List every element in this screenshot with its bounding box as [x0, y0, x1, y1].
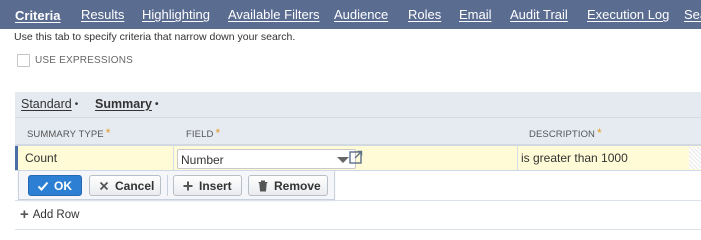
remove-button-label: Remove — [274, 178, 321, 193]
required-marker: * — [597, 126, 602, 140]
column-divider — [517, 146, 518, 170]
tab-execution-log[interactable]: Execution Log — [587, 7, 669, 27]
insert-button-label: Insert — [199, 178, 232, 193]
row-resize-handle — [689, 147, 701, 169]
column-header-description: DESCRIPTION * — [529, 126, 602, 140]
column-header-field-label: FIELD — [186, 129, 214, 140]
cancel-button[interactable]: Cancel — [89, 175, 161, 196]
tab-email[interactable]: Email — [459, 7, 492, 27]
subtab-standard-label: Standard — [21, 97, 72, 111]
subtab-summary-marker: • — [154, 99, 159, 110]
subtab-summary[interactable]: Summary • — [95, 97, 159, 111]
column-header-summary-type: SUMMARY TYPE * — [27, 126, 110, 140]
plus-icon — [183, 181, 193, 190]
tab-available-filters[interactable]: Available Filters — [228, 7, 320, 27]
subtab-standard[interactable]: Standard • — [21, 97, 78, 111]
x-icon — [99, 181, 109, 190]
cancel-button-label: Cancel — [115, 178, 155, 193]
trash-icon — [258, 180, 268, 191]
tab-roles[interactable]: Roles — [408, 7, 441, 27]
check-icon — [37, 181, 49, 191]
field-select-value: Number — [181, 153, 224, 167]
insert-button[interactable]: Insert — [173, 175, 242, 196]
add-row-label: Add Row — [32, 208, 80, 221]
subtab-standard-marker: • — [74, 99, 79, 110]
table-row-editing[interactable]: Count Number is greater than 1000 — [15, 145, 701, 171]
use-expressions-checkbox[interactable] — [17, 53, 30, 67]
open-external-icon[interactable] — [349, 150, 363, 164]
description-cell[interactable]: is greater than 1000 — [521, 151, 628, 165]
tab-highlighting[interactable]: Highlighting — [142, 7, 210, 27]
tab-results[interactable]: Results — [81, 7, 124, 27]
plus-icon: + — [20, 206, 29, 223]
field-select[interactable]: Number — [177, 149, 356, 169]
tab-audience[interactable]: Audience — [334, 7, 388, 27]
ok-button[interactable]: OK — [28, 175, 82, 196]
tab-criteria[interactable]: Criteria — [15, 8, 61, 28]
divider — [15, 229, 701, 230]
row-action-panel: OK Cancel Insert Remove — [18, 171, 335, 200]
summary-type-cell[interactable]: Count — [25, 151, 57, 165]
use-expressions-toggle[interactable]: USE EXPRESSIONS — [17, 52, 133, 68]
caret-down-icon[interactable] — [337, 157, 349, 163]
subtab-summary-label: Summary — [95, 97, 152, 111]
tab-audit-trail[interactable]: Audit Trail — [510, 7, 568, 27]
required-marker: * — [215, 126, 221, 140]
column-divider — [173, 146, 174, 170]
main-tab-bar: Criteria Results Highlighting Available … — [0, 0, 701, 29]
criteria-help-text: Use this tab to specify criteria that na… — [14, 31, 296, 43]
add-row-button[interactable]: + Add Row — [20, 207, 79, 222]
column-header-summary-type-label: SUMMARY TYPE — [27, 129, 104, 140]
column-header-field: FIELD * — [186, 126, 220, 140]
required-marker: * — [105, 126, 111, 140]
row-edit-indicator — [15, 146, 18, 170]
ok-button-label: OK — [54, 178, 72, 193]
divider — [15, 200, 701, 201]
use-expressions-label: USE EXPRESSIONS — [35, 54, 134, 66]
subtab-bar: Standard • Summary • — [15, 92, 701, 118]
column-header-description-label: DESCRIPTION — [529, 129, 596, 140]
button-divider — [167, 175, 168, 196]
tab-search[interactable]: Sea — [684, 7, 701, 27]
remove-button[interactable]: Remove — [248, 175, 328, 196]
summary-grid-header: SUMMARY TYPE * FIELD * DESCRIPTION * — [15, 118, 701, 145]
